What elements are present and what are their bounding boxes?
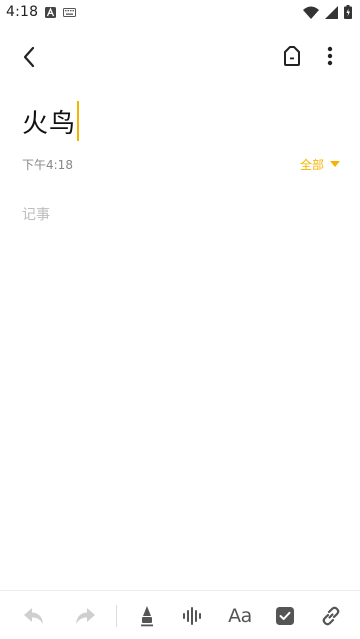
text-format-icon: Aa [228,605,252,627]
voice-button[interactable] [180,603,206,629]
checklist-button[interactable] [272,603,298,629]
more-options-button[interactable] [318,42,342,70]
tag-icon [284,46,300,66]
checkbox-icon [276,607,294,625]
signal-icon [325,5,338,19]
undo-icon [24,608,43,624]
tag-button[interactable] [278,42,306,70]
voice-icon [183,607,201,625]
note-title-field[interactable]: 火鸟 [22,100,80,142]
redo-button[interactable] [72,603,98,629]
status-right [303,5,352,19]
note-meta-row: 下午4:18 全部 [22,155,340,173]
bottom-toolbar: Aa [0,590,360,639]
battery-icon [344,5,352,19]
status-left: 4:18 [6,4,77,20]
link-icon [322,606,340,626]
back-button[interactable] [14,42,44,72]
status-bar: 4:18 [0,0,360,24]
note-body-input[interactable]: 记事 [22,204,338,564]
text-cursor [77,101,80,141]
redo-icon [76,608,95,624]
chevron-left-icon [23,46,35,68]
wifi-icon [303,6,319,19]
app-bar [0,34,360,78]
a-letter-icon [45,6,57,18]
keyboard-icon [63,7,77,17]
dropdown-arrow-icon [330,161,340,167]
more-vert-icon [327,46,333,66]
note-timestamp: 下午4:18 [22,157,73,172]
text-format-button[interactable]: Aa [226,603,254,629]
folder-label: 全部 [299,157,324,172]
pen-icon [141,606,153,627]
toolbar-divider [116,605,117,627]
status-time: 4:18 [6,4,39,20]
folder-dropdown[interactable]: 全部 [300,156,340,173]
note-title: 火鸟 [22,108,77,139]
pen-button[interactable] [134,603,160,629]
link-button[interactable] [318,603,344,629]
undo-button[interactable] [21,603,47,629]
note-editor-screen: 4:18 火鸟 下午4:18 全部 记事 Aa [0,0,360,639]
